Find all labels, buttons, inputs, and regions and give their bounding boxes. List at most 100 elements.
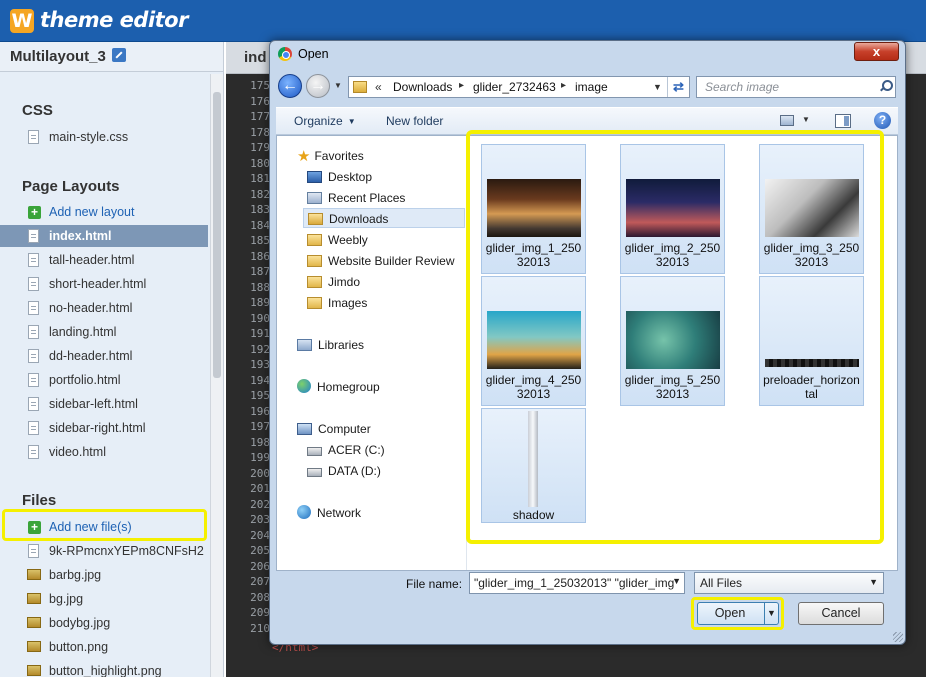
project-name: Multilayout_3	[10, 48, 106, 65]
image-file-icon	[27, 641, 41, 652]
new-folder-button[interactable]: New folder	[386, 114, 443, 128]
project-header: Multilayout_3	[0, 42, 223, 72]
sidebar-item-portfolio-html[interactable]: portfolio.html	[0, 369, 208, 391]
help-icon[interactable]: ?	[874, 112, 891, 129]
navigation-bar: ← → ▼ « Downloads ▸ glider_2732463 ▸ ima…	[276, 73, 898, 101]
file-icon	[28, 130, 39, 144]
nav-favorites[interactable]: ★ Favorites	[297, 146, 364, 166]
address-bar[interactable]: « Downloads ▸ glider_2732463 ▸ image ▼ ⇄	[348, 76, 690, 98]
computer-icon	[297, 423, 312, 435]
chevron-down-icon: ▼	[869, 577, 878, 587]
chevron-right-icon[interactable]: ▸	[561, 80, 566, 91]
sidebar: Multilayout_3 CSS main-style.css Page La…	[0, 42, 224, 677]
file-icon	[28, 544, 39, 558]
css-heading: CSS	[22, 102, 53, 119]
sidebar-file-item[interactable]: bg.jpg	[0, 588, 208, 610]
breadcrumb-overflow[interactable]: «	[375, 80, 382, 94]
sidebar-item-video-html[interactable]: video.html	[0, 441, 208, 463]
nav-drive-d[interactable]: DATA (D:)	[307, 461, 381, 481]
nav-images[interactable]: Images	[307, 293, 367, 313]
sidebar-file-item[interactable]: bodybg.jpg	[0, 612, 208, 634]
files-heading: Files	[22, 492, 57, 509]
folder-icon	[307, 255, 322, 267]
network-icon	[297, 505, 311, 519]
sidebar-file-item[interactable]: barbg.jpg	[0, 564, 208, 586]
image-file-icon	[27, 617, 41, 628]
add-file-highlight	[2, 509, 207, 541]
sidebar-item-short-header-html[interactable]: short-header.html	[0, 273, 208, 295]
organize-button[interactable]: Organize ▼	[294, 114, 356, 128]
sidebar-item-sidebar-right-html[interactable]: sidebar-right.html	[0, 417, 208, 439]
view-icon[interactable]	[780, 115, 794, 126]
sidebar-file-item[interactable]: button.png	[0, 636, 208, 658]
homegroup-icon	[297, 379, 311, 393]
sidebar-item-dd-header-html[interactable]: dd-header.html	[0, 345, 208, 367]
open-button-highlight	[691, 597, 784, 630]
page-layouts-heading: Page Layouts	[22, 178, 120, 195]
nav-homegroup[interactable]: Homegroup	[297, 377, 380, 397]
nav-computer[interactable]: Computer	[297, 419, 371, 439]
nav-recent-places[interactable]: Recent Places	[307, 188, 405, 208]
recent-locations-dropdown[interactable]: ▼	[334, 82, 342, 90]
chevron-down-icon[interactable]: ▼	[672, 576, 681, 586]
forward-button[interactable]: →	[306, 74, 330, 98]
preview-pane-icon[interactable]	[835, 114, 851, 128]
chrome-icon	[278, 47, 292, 61]
breadcrumb-downloads[interactable]: Downloads	[393, 80, 452, 94]
file-name-input[interactable]: "glider_img_1_25032013" "glider_img ▼	[469, 572, 685, 594]
sidebar-item-landing-html[interactable]: landing.html	[0, 321, 208, 343]
app-title: theme editor	[40, 8, 188, 32]
sidebar-file-item[interactable]: button_highlight.png	[0, 660, 208, 677]
file-type-select[interactable]: All Files ▼	[694, 572, 884, 594]
sidebar-item-index-html[interactable]: index.html	[0, 225, 208, 247]
nav-jimdo[interactable]: Jimdo	[307, 272, 360, 292]
folder-icon	[307, 276, 322, 288]
downloads-folder-icon	[308, 213, 323, 225]
sidebar-scrollbar-thumb[interactable]	[213, 92, 221, 378]
nav-weebly[interactable]: Weebly	[307, 230, 368, 250]
file-icon	[28, 277, 39, 291]
sidebar-file-item[interactable]: 9k-RPmcnxYEPm8CNFsH2	[0, 540, 208, 562]
sidebar-item-tall-header-html[interactable]: tall-header.html	[0, 249, 208, 271]
edit-pencil-icon[interactable]	[111, 48, 126, 62]
file-icon	[28, 325, 39, 339]
image-file-icon	[27, 569, 41, 580]
add-layout-button[interactable]: + Add new layout	[0, 201, 208, 223]
chevron-down-icon[interactable]: ▼	[653, 82, 662, 92]
nav-libraries[interactable]: Libraries	[297, 335, 364, 355]
file-icon	[28, 229, 39, 243]
file-icon	[28, 421, 39, 435]
search-input[interactable]: Search image	[696, 76, 896, 98]
plus-icon: +	[28, 206, 41, 219]
sidebar-item-main-style-css[interactable]: main-style.css	[0, 126, 208, 148]
star-icon: ★	[297, 148, 311, 165]
chevron-down-icon[interactable]: ▼	[802, 115, 810, 124]
sidebar-scrollbar[interactable]	[210, 74, 223, 677]
folder-icon	[353, 81, 367, 93]
resize-grip[interactable]	[893, 632, 903, 642]
drive-icon	[307, 447, 322, 456]
file-name-label: File name:	[406, 577, 463, 591]
breadcrumb-glider[interactable]: glider_2732463	[473, 80, 556, 94]
folder-icon	[307, 234, 322, 246]
dialog-footer: File name: "glider_img_1_25032013" "glid…	[276, 571, 898, 641]
file-icon	[28, 373, 39, 387]
close-button[interactable]: x	[854, 42, 899, 61]
app-header: W theme editor	[0, 0, 926, 42]
image-file-icon	[27, 665, 41, 676]
nav-drive-c[interactable]: ACER (C:)	[307, 440, 385, 460]
nav-downloads[interactable]: Downloads	[303, 208, 465, 228]
file-icon	[28, 349, 39, 363]
nav-website-builder-review[interactable]: Website Builder Review	[307, 251, 455, 271]
back-button[interactable]: ←	[278, 74, 302, 98]
drive-icon	[307, 468, 322, 477]
refresh-button[interactable]: ⇄	[667, 77, 689, 97]
sidebar-item-no-header-html[interactable]: no-header.html	[0, 297, 208, 319]
nav-network[interactable]: Network	[297, 503, 361, 523]
file-icon	[28, 397, 39, 411]
nav-desktop[interactable]: Desktop	[307, 167, 372, 187]
chevron-right-icon[interactable]: ▸	[459, 80, 464, 91]
cancel-button[interactable]: Cancel	[798, 602, 884, 625]
breadcrumb-image[interactable]: image	[575, 80, 608, 94]
sidebar-item-sidebar-left-html[interactable]: sidebar-left.html	[0, 393, 208, 415]
